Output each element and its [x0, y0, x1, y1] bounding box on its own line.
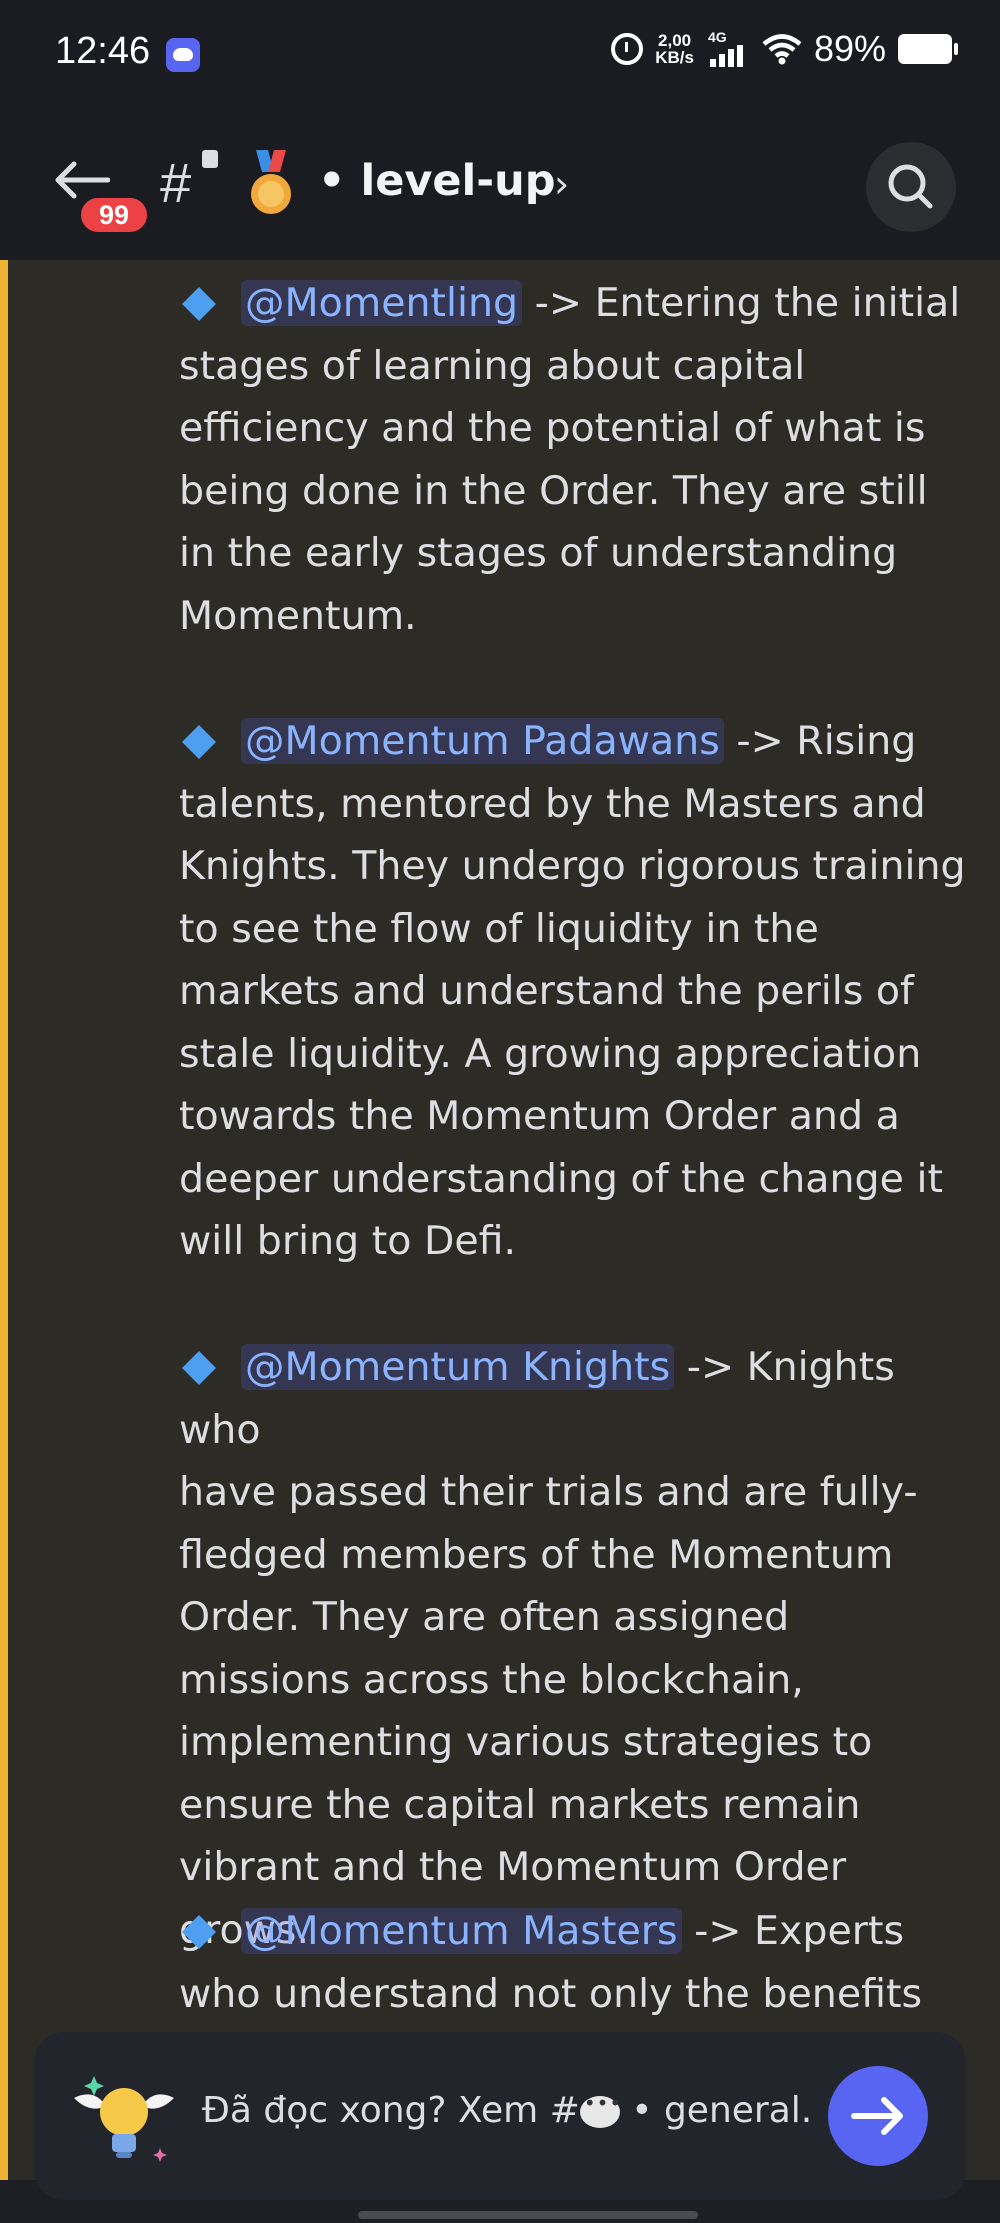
- role-mention[interactable]: @Momentum Knights: [241, 1344, 675, 1390]
- read-text-suffix: • general.: [619, 2090, 813, 2131]
- message-text: -> Rising: [723, 718, 917, 764]
- network-speed-value: 2,00: [658, 31, 692, 50]
- network-type: 4G: [707, 29, 727, 45]
- network-speed-unit: KB/s: [655, 48, 694, 67]
- chevron-right-icon[interactable]: ›: [554, 162, 569, 206]
- unread-badge: 99: [76, 193, 152, 237]
- lightbulb-wings-icon: [74, 2076, 174, 2162]
- message-text: stages of learning about capital efficie…: [179, 342, 928, 639]
- alarm-icon: [611, 33, 644, 65]
- diamond-icon: [182, 1914, 216, 1949]
- channel-hash-icon: #: [160, 151, 192, 214]
- arrow-right-icon: [851, 2097, 903, 2135]
- battery-icon: [898, 34, 958, 64]
- cellular-signal-icon: 4G: [706, 29, 750, 69]
- status-icons: 2,00 KB/s 4G 89%: [611, 28, 958, 70]
- channel-header: 99 # • level-up ›: [0, 110, 1000, 260]
- diamond-icon: [182, 1350, 216, 1385]
- go-to-channel-button[interactable]: [828, 2066, 928, 2166]
- message-text: -> Experts: [681, 1908, 905, 1954]
- battery-percent: 89%: [813, 28, 886, 69]
- role-mention[interactable]: @Momentum Padawans: [241, 718, 724, 764]
- channel-name[interactable]: • level-up: [318, 156, 556, 206]
- wifi-icon: [762, 34, 802, 65]
- speech-bubble-icon: [579, 2091, 622, 2128]
- message-paragraph: @Momentum Padawans -> Rising talents, men…: [179, 710, 969, 1273]
- search-button[interactable]: [866, 142, 956, 232]
- status-bar: 12:46 2,00 KB/s 4G 89%: [0, 0, 1000, 110]
- search-icon: [888, 164, 933, 209]
- message-text: have passed their trials and are fully-f…: [179, 1469, 918, 1953]
- medal-icon: [251, 150, 291, 214]
- message-text: -> Entering the initial: [522, 280, 961, 326]
- discord-notification-icon: [166, 38, 200, 72]
- message-list[interactable]: @Momentling -> Entering the initial stage…: [0, 260, 1000, 2180]
- role-mention[interactable]: @Momentling: [241, 280, 523, 326]
- role-mention[interactable]: @Momentum Masters: [241, 1908, 682, 1954]
- message-paragraph: @Momentling -> Entering the initial stage…: [179, 272, 969, 647]
- read-complete-text: Đã đọc xong? Xem # • general.: [202, 2090, 812, 2131]
- diamond-icon: [182, 724, 216, 759]
- lock-icon: [202, 150, 218, 168]
- message-paragraph: @Momentum Knights -> Knights who have pas…: [179, 1336, 969, 1961]
- message-text: talents, mentored by the Masters and Kni…: [179, 780, 966, 1265]
- read-text-prefix: Đã đọc xong? Xem #: [202, 2090, 580, 2131]
- read-complete-bar[interactable]: Đã đọc xong? Xem # • general.: [34, 2032, 966, 2200]
- gesture-bar[interactable]: [358, 2211, 698, 2219]
- highlight-rail: [0, 260, 8, 2180]
- diamond-icon: [182, 286, 216, 321]
- network-speed: 2,00 KB/s: [655, 32, 694, 66]
- clock: 12:46: [55, 30, 151, 72]
